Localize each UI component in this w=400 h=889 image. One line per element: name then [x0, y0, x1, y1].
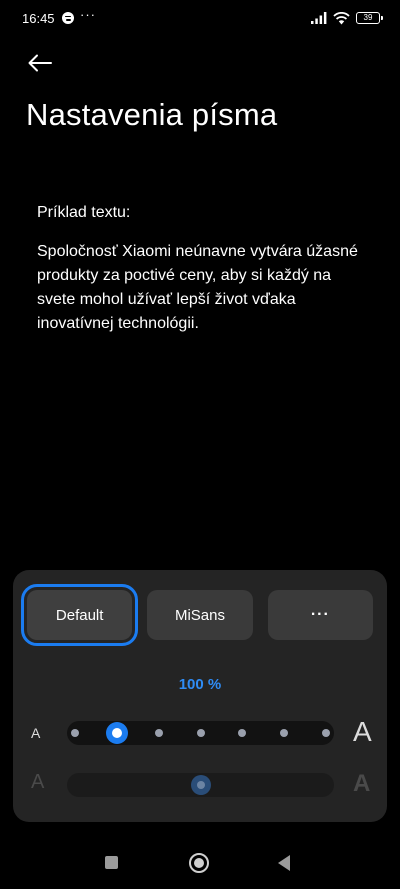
font-weight-bold-label: A [353, 770, 371, 797]
font-size-step-tick[interactable] [196, 729, 205, 737]
font-size-slider[interactable] [67, 721, 334, 745]
battery-icon: 39 [356, 12, 383, 24]
navigation-bar [0, 840, 400, 889]
home-icon[interactable] [189, 853, 209, 873]
back-icon[interactable] [278, 855, 290, 871]
sample-label: Príklad textu: [37, 204, 131, 221]
status-icons: 39 [311, 10, 383, 26]
font-size-step-tick[interactable] [154, 729, 163, 737]
font-options: Default MiSans ··· [20, 584, 373, 646]
font-settings-panel: Default MiSans ··· 100 % A A A A [13, 570, 387, 822]
font-option-label: Default [55, 606, 104, 624]
font-weight-row: A A [13, 768, 387, 802]
signal-icon [311, 12, 327, 24]
font-size-slider-thumb[interactable] [105, 722, 128, 744]
status-bar: 16:45 ··· 39 [0, 0, 400, 36]
font-option-default[interactable]: Default [20, 584, 139, 646]
wifi-icon [333, 11, 350, 24]
font-size-small-label: A [31, 725, 41, 741]
font-size-step-tick[interactable] [71, 729, 79, 737]
font-weight-slider-thumb[interactable] [190, 775, 211, 795]
font-size-step-tick[interactable] [238, 729, 247, 737]
font-option-misans[interactable]: MiSans [147, 590, 253, 640]
font-size-large-label: A [353, 716, 372, 747]
status-time: 16:45 [22, 11, 55, 26]
more-notifications-icon: ··· [80, 7, 96, 22]
font-weight-light-label: A [31, 771, 45, 793]
font-size-step-tick[interactable] [280, 729, 289, 737]
font-option-label: MiSans [174, 606, 225, 624]
font-weight-slider[interactable] [67, 773, 334, 797]
font-size-row: A A [13, 716, 387, 750]
font-size-percent: 100 % [178, 676, 222, 693]
more-icon: ··· [310, 606, 330, 623]
arrow-left-icon [28, 54, 52, 72]
page-title: Nastavenia písma [26, 97, 278, 132]
font-size-step-tick[interactable] [322, 729, 330, 737]
sample-text: Spoločnosť Xiaomi neúnavne vytvára úžasn… [37, 243, 358, 332]
recents-icon[interactable] [105, 856, 118, 869]
spotify-icon [62, 12, 74, 24]
more-fonts-button[interactable]: ··· [267, 590, 373, 640]
back-button[interactable] [26, 50, 54, 76]
